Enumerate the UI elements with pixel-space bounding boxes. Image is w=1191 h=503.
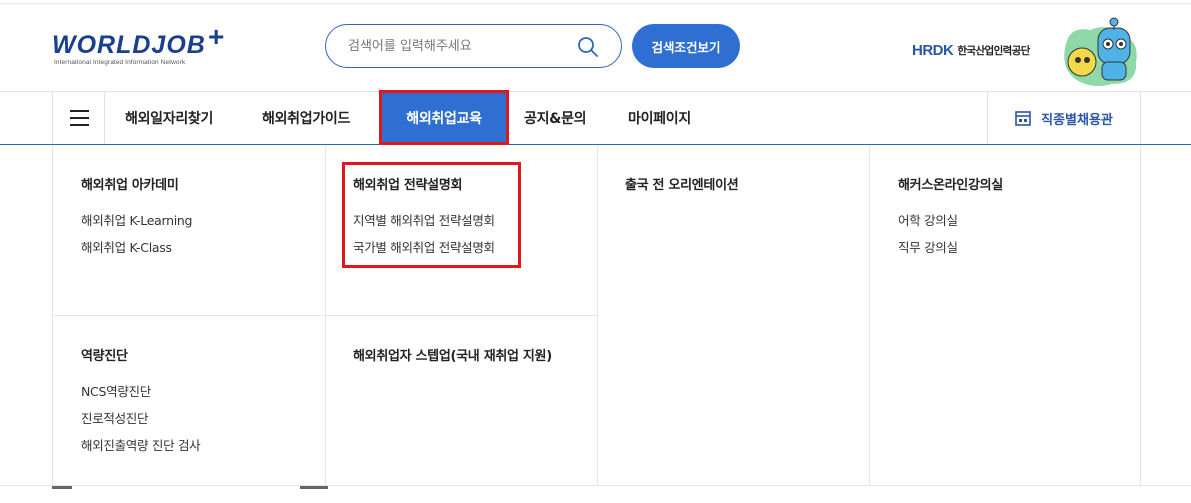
section-title-step-up[interactable]: 해외취업자 스텝업(국내 재취업 지원): [353, 345, 552, 364]
link-overseas-competency-test[interactable]: 해외진출역량 진단 검사: [81, 435, 201, 454]
link-ncs-diagnosis[interactable]: NCS역량진단: [81, 381, 151, 400]
nav-item-employment-guide[interactable]: 해외취업가이드: [262, 92, 350, 144]
logo-subtitle: International Integrated Information Net…: [54, 59, 186, 66]
nav-item-mypage[interactable]: 마이페이지: [628, 92, 691, 144]
job-category-hall-label: 직종별채용관: [1041, 112, 1113, 128]
divider: [1140, 146, 1141, 485]
job-category-hall-link[interactable]: 직종별채용관: [987, 92, 1141, 144]
main-nav: 해외일자리찾기 해외취업가이드 해외취업교육 공지&문의 마이페이지 직종별채용…: [0, 90, 1191, 145]
hrdk-logo[interactable]: HRDK 한국산업인력공단: [912, 40, 1030, 60]
hrdk-org-name: 한국산업인력공단: [957, 44, 1030, 57]
link-k-class[interactable]: 해외취업 K-Class: [81, 237, 172, 256]
mascot-illustration: [1064, 17, 1137, 86]
bottom-strip: [0, 485, 1191, 503]
section-title-hackers-online[interactable]: 해커스온라인강의실: [898, 174, 1003, 193]
section-title-academy[interactable]: 해외취업 아카데미: [81, 174, 179, 193]
education-mega-menu: 해외취업 아카데미 해외취업 K-Learning 해외취업 K-Class 해…: [52, 146, 1141, 485]
calendar-icon: [1015, 111, 1031, 126]
scroll-indicator: [300, 486, 328, 489]
worldjob-logo[interactable]: WORLDJOB + International Integrated Info…: [52, 22, 242, 74]
nav-item-education[interactable]: 해외취업교육: [379, 90, 509, 145]
divider: [869, 146, 870, 485]
nav-item-overseas-jobs[interactable]: 해외일자리찾기: [125, 92, 213, 144]
section-title-competency[interactable]: 역량진단: [81, 345, 128, 364]
link-career-aptitude[interactable]: 진로적성진단: [81, 408, 149, 427]
link-language-class[interactable]: 어학 강의실: [898, 210, 958, 229]
search-condition-button[interactable]: 검색조건보기: [632, 24, 740, 68]
highlight-box: [342, 162, 521, 268]
search-input[interactable]: [348, 33, 578, 59]
link-k-learning[interactable]: 해외취업 K-Learning: [81, 210, 192, 229]
search-icon[interactable]: [577, 36, 599, 58]
logo-text: WORLDJOB: [52, 31, 206, 59]
scroll-indicator: [52, 486, 72, 489]
menu-icon[interactable]: [52, 92, 105, 144]
link-job-class[interactable]: 직무 강의실: [898, 237, 958, 256]
divider: [52, 315, 598, 316]
nav-item-notice-inquiry[interactable]: 공지&문의: [524, 92, 587, 144]
logo-plus: +: [208, 21, 225, 52]
site-header: WORLDJOB + International Integrated Info…: [0, 4, 1191, 92]
section-title-orientation[interactable]: 출국 전 오리엔테이션: [625, 174, 739, 193]
search-box: [325, 24, 622, 68]
hrdk-logo-mark: HRDK: [912, 41, 954, 59]
